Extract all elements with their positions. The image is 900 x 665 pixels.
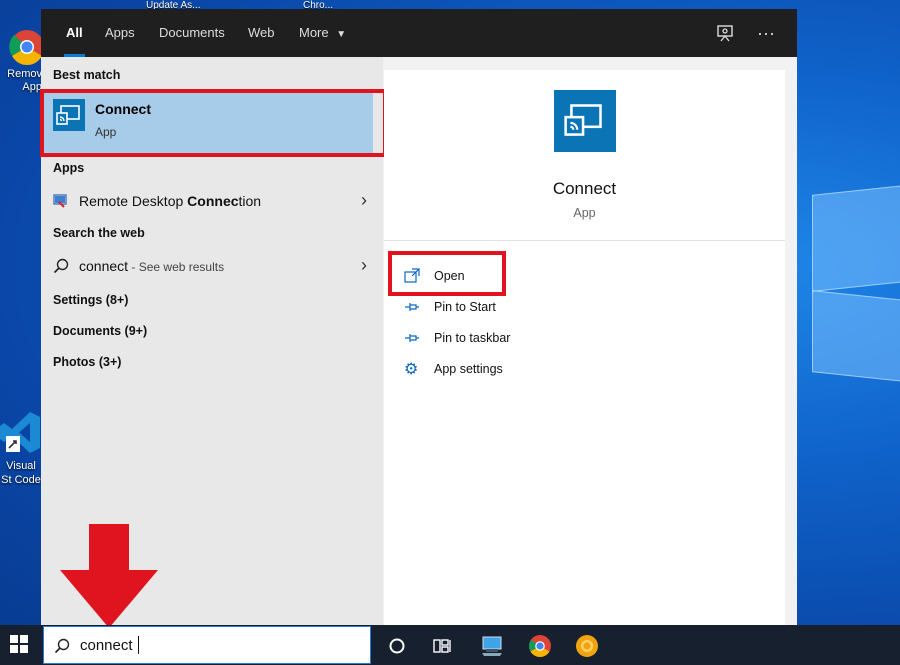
highlight-box-open — [388, 251, 506, 296]
best-match-heading: Best match — [53, 68, 121, 82]
highlight-box-best-match — [40, 89, 387, 157]
tab-more-label: More — [299, 25, 329, 40]
result-web-search[interactable]: connect - See web results › — [41, 251, 383, 281]
apps-heading: Apps — [53, 161, 85, 175]
tab-all[interactable]: All — [64, 9, 85, 57]
desktop-icon-label: Visual St Code — [1, 460, 41, 486]
remote-desktop-icon — [53, 194, 67, 208]
search-icon — [53, 258, 69, 274]
search-icon — [54, 638, 70, 654]
result-label-match: Connec — [187, 193, 239, 209]
preview-app-name: Connect — [552, 179, 617, 198]
gear-icon: ⚙ — [404, 361, 419, 378]
text-cursor — [138, 636, 139, 654]
result-remote-desktop-connection[interactable]: Remote Desktop Connection › — [41, 186, 383, 216]
taskbar-search-box[interactable]: connect — [43, 626, 371, 664]
tab-apps[interactable]: Apps — [105, 9, 135, 57]
feedback-icon[interactable] — [716, 23, 736, 43]
taskbar: connect — [0, 625, 900, 665]
connect-app-large-icon — [554, 90, 616, 152]
preview-pane: Connect App Open Pin to Start Pin to tas… — [384, 70, 785, 625]
preview-app-type: App — [573, 206, 596, 220]
red-arrow-annotation — [60, 524, 158, 628]
chrome-icon — [9, 30, 44, 65]
pin-icon — [404, 299, 422, 317]
task-view-icon[interactable] — [431, 635, 453, 657]
result-label-pre: Remote Desktop — [79, 193, 188, 209]
windows-start-icon[interactable] — [10, 635, 28, 653]
category-documents[interactable]: Documents (9+) — [53, 324, 147, 338]
action-label: Pin to taskbar — [434, 331, 511, 345]
search-web-heading: Search the web — [53, 226, 145, 240]
windows-logo-wallpaper — [812, 185, 900, 382]
chevron-right-icon[interactable]: › — [361, 190, 367, 211]
category-photos[interactable]: Photos (3+) — [53, 355, 121, 369]
more-options-icon[interactable]: ··· — [756, 23, 776, 43]
web-query: connect — [79, 258, 129, 274]
pin-icon — [404, 330, 422, 348]
desktop-icon-vscode[interactable]: Visual St Code — [0, 408, 42, 487]
tab-more[interactable]: More ▼ — [299, 9, 346, 57]
preview-divider — [384, 240, 785, 241]
vscode-icon — [0, 412, 40, 453]
category-settings[interactable]: Settings (8+) — [53, 293, 128, 307]
action-app-settings[interactable]: ⚙ App settings — [404, 359, 544, 383]
network-computer-icon[interactable] — [480, 633, 506, 659]
action-pin-to-taskbar[interactable]: Pin to taskbar — [404, 328, 544, 352]
caret-down-icon: ▼ — [336, 29, 347, 40]
action-pin-to-start[interactable]: Pin to Start — [404, 297, 544, 321]
chrome-canary-icon[interactable] — [574, 633, 600, 659]
tab-web[interactable]: Web — [248, 9, 275, 57]
chrome-taskbar-icon[interactable] — [527, 633, 553, 659]
chevron-right-icon[interactable]: › — [361, 255, 367, 276]
result-label-post: tion — [238, 193, 262, 209]
cortana-icon[interactable] — [386, 635, 408, 657]
desktop-icon-chrome[interactable]: Remov App — [0, 25, 44, 94]
desktop-icon-label: Remov App — [7, 68, 42, 93]
web-hint: - See web results — [128, 260, 225, 274]
search-tab-bar: All Apps Documents Web More ▼ ··· — [41, 9, 797, 57]
action-label: App settings — [434, 362, 503, 376]
search-input-value[interactable]: connect — [80, 637, 133, 654]
action-label: Pin to Start — [434, 300, 496, 314]
tab-documents[interactable]: Documents — [159, 9, 225, 57]
